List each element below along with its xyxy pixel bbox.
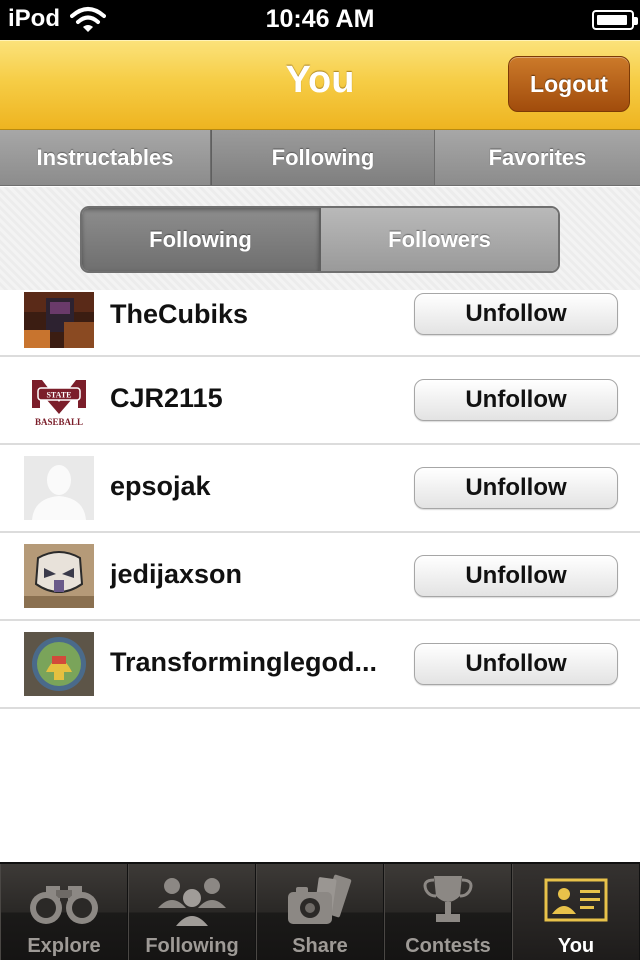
username[interactable]: CJR2115 xyxy=(110,383,400,414)
tab-following-nav[interactable]: Following xyxy=(128,864,256,960)
tab-explore[interactable]: Explore xyxy=(0,864,128,960)
segment-area: Following Followers xyxy=(0,187,640,290)
avatar-badge-text: STATE xyxy=(46,391,71,400)
binoculars-icon xyxy=(30,886,98,924)
tab-label: You xyxy=(557,935,595,957)
list-item[interactable]: STATE BASEBALL CJR2115 Unfollow xyxy=(0,357,640,445)
unfollow-button[interactable]: Unfollow xyxy=(414,379,618,421)
unfollow-button[interactable]: Unfollow xyxy=(414,467,618,509)
tab-bar: Explore Following Share Contests You xyxy=(0,862,640,960)
username[interactable]: epsojak xyxy=(110,471,400,502)
battery-icon xyxy=(592,10,638,30)
avatar xyxy=(24,544,94,608)
tab-following[interactable]: Following xyxy=(211,130,435,185)
tab-contests[interactable]: Contests xyxy=(384,864,512,960)
avatar xyxy=(24,292,94,348)
tab-you[interactable]: You xyxy=(512,864,640,960)
unfollow-button[interactable]: Unfollow xyxy=(414,293,618,335)
tab-label: Share xyxy=(292,935,348,957)
list-item[interactable]: jedijaxson Unfollow xyxy=(0,533,640,621)
avatar xyxy=(24,632,94,696)
username[interactable]: Transforminglegod... xyxy=(110,647,400,678)
tab-label: Explore xyxy=(27,935,101,957)
tab-label: Following xyxy=(145,935,239,957)
status-bar: iPod 10:46 AM xyxy=(0,0,640,40)
tab-share[interactable]: Share xyxy=(256,864,384,960)
list-item[interactable]: epsojak Unfollow xyxy=(0,445,640,533)
trophy-icon xyxy=(423,876,473,922)
avatar-badge-caption: BASEBALL xyxy=(35,417,83,427)
people-icon xyxy=(158,878,226,926)
profile-tabs: Instructables Following Favorites xyxy=(0,130,640,186)
avatar: STATE BASEBALL xyxy=(24,368,94,432)
following-followers-segmented-control: Following Followers xyxy=(80,206,560,273)
logout-button[interactable]: Logout xyxy=(508,56,630,112)
unfollow-button[interactable]: Unfollow xyxy=(414,643,618,685)
username[interactable]: TheCubiks xyxy=(110,299,400,330)
tab-instructables[interactable]: Instructables xyxy=(0,130,211,185)
tab-favorites[interactable]: Favorites xyxy=(435,130,640,185)
segment-following[interactable]: Following xyxy=(82,208,321,271)
default-avatar-icon xyxy=(24,456,94,520)
segment-followers[interactable]: Followers xyxy=(321,208,558,271)
list-item[interactable]: TheCubiks Unfollow xyxy=(0,290,640,357)
camera-icon xyxy=(288,874,352,924)
tab-label: Contests xyxy=(405,935,491,957)
status-time: 10:46 AM xyxy=(265,5,375,33)
profile-card-icon xyxy=(544,878,608,922)
following-list: TheCubiks Unfollow STATE BASEBALL CJR211… xyxy=(0,290,640,709)
username[interactable]: jedijaxson xyxy=(110,559,400,590)
unfollow-button[interactable]: Unfollow xyxy=(414,555,618,597)
nav-bar: You Logout xyxy=(0,40,640,130)
list-item[interactable]: Transforminglegod... Unfollow xyxy=(0,621,640,709)
